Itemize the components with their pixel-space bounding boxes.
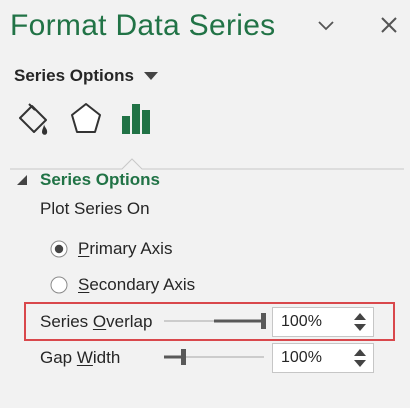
plot-series-on-label: Plot Series On — [40, 199, 150, 218]
close-icon[interactable] — [378, 14, 400, 36]
collapse-triangle-icon — [17, 175, 27, 185]
spin-up-icon[interactable] — [353, 347, 367, 357]
series-options-dropdown-label: Series Options — [14, 66, 134, 85]
series-options-dropdown[interactable]: Series Options — [14, 64, 159, 88]
gap-width-spinner[interactable]: 100% — [272, 343, 374, 373]
tab-fill-line[interactable] — [14, 98, 54, 142]
secondary-axis-label: Secondary Axis — [78, 275, 196, 294]
tab-effects[interactable] — [66, 98, 106, 142]
gap-width-label: Gap Width — [40, 348, 121, 367]
pentagon-icon — [71, 103, 101, 133]
spin-up-icon[interactable] — [353, 311, 367, 321]
radio-checked-icon — [50, 240, 68, 258]
secondary-axis-radio[interactable]: Secondary Axis — [50, 272, 195, 298]
pane-title: Format Data Series — [10, 9, 276, 42]
gap-width-slider-thumb[interactable] — [181, 349, 186, 365]
radio-unchecked-icon — [50, 276, 68, 294]
gap-width-slider[interactable] — [164, 347, 268, 367]
primary-axis-label: Primary Axis — [78, 239, 173, 258]
paint-bucket-icon — [19, 103, 48, 135]
chevron-down-icon[interactable] — [316, 18, 336, 34]
series-overlap-label: Series Overlap — [40, 312, 153, 331]
gap-width-value[interactable]: 100% — [281, 349, 322, 367]
series-overlap-slider[interactable] — [164, 311, 268, 331]
spin-down-icon[interactable] — [353, 323, 367, 333]
series-overlap-spinner[interactable]: 100% — [272, 307, 374, 337]
series-overlap-slider-thumb[interactable] — [261, 313, 266, 329]
section-title: Series Options — [40, 170, 160, 189]
tab-series-options[interactable] — [116, 98, 156, 142]
series-overlap-value[interactable]: 100% — [281, 313, 322, 331]
format-data-series-pane: Format Data Series Series Options Series… — [0, 0, 410, 408]
spin-down-icon[interactable] — [353, 359, 367, 369]
primary-axis-radio[interactable]: Primary Axis — [50, 236, 172, 262]
series-options-section-header[interactable]: Series Options — [16, 168, 160, 192]
caret-down-icon — [143, 72, 158, 80]
bar-chart-icon — [122, 104, 150, 134]
